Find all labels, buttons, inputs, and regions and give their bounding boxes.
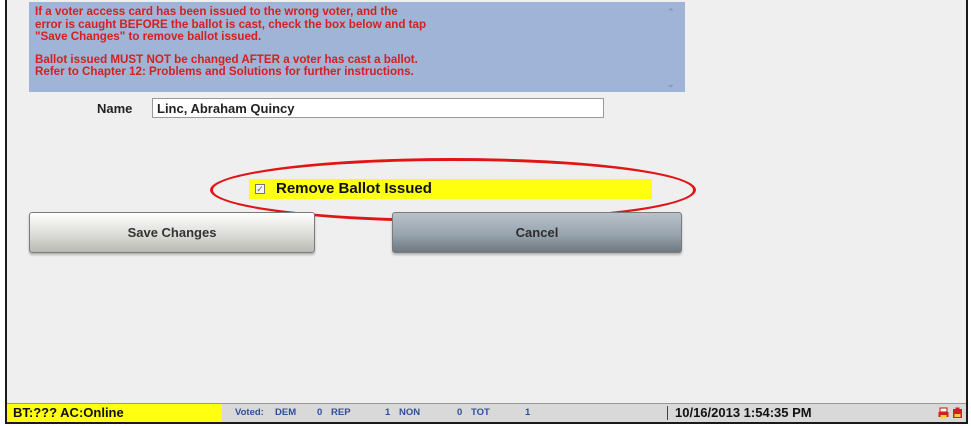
scroll-down-arrow-icon[interactable]: ⌄: [667, 80, 675, 89]
notice-line: If a voter access card has been issued t…: [35, 5, 398, 18]
status-icons: [938, 407, 964, 420]
dem-count: 0: [317, 407, 323, 418]
battery-connection-status: BT:??? AC:Online: [7, 404, 222, 422]
remove-ballot-row[interactable]: ✓ Remove Ballot Issued: [249, 179, 652, 199]
notice-line: "Save Changes" to remove ballot issued.: [35, 30, 262, 44]
date-time: 10/16/2013 1:54:35 PM: [675, 405, 812, 420]
voted-label: Voted:: [235, 407, 264, 418]
status-divider: [667, 406, 668, 420]
status-bar: BT:??? AC:Online Voted: DEM 0 REP 1 NON …: [7, 403, 966, 422]
dem-label: DEM: [275, 407, 297, 418]
tot-count: 1: [525, 407, 531, 418]
rep-count: 1: [385, 407, 391, 418]
non-label: NON: [399, 407, 421, 418]
name-field[interactable]: [152, 98, 604, 118]
cancel-button[interactable]: Cancel: [392, 212, 682, 253]
remove-ballot-label: Remove Ballot Issued: [276, 180, 432, 197]
rep-label: REP: [331, 407, 351, 418]
battery-icon: [953, 407, 962, 418]
printer-icon: [938, 407, 949, 419]
non-count: 0: [457, 407, 463, 418]
tot-label: TOT: [471, 407, 490, 418]
scroll-up-arrow-icon[interactable]: ⌃: [667, 8, 675, 17]
save-changes-button[interactable]: Save Changes: [29, 212, 315, 253]
ballot-edit-window: If a voter access card has been issued t…: [5, 0, 968, 424]
remove-ballot-checkbox[interactable]: ✓: [255, 184, 265, 194]
instruction-notice: If a voter access card has been issued t…: [29, 2, 685, 92]
name-label: Name: [97, 101, 133, 116]
notice-line: Refer to Chapter 12: Problems and Soluti…: [35, 65, 414, 79]
